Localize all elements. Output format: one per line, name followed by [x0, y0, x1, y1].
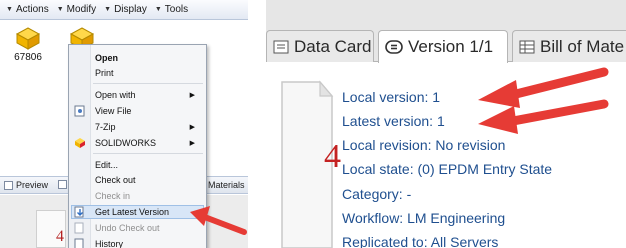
tab-bill-of-materials[interactable]: Bill of Mate — [512, 30, 626, 62]
bill-of-materials-icon — [519, 40, 535, 53]
workflow: Workflow: LM Engineering — [342, 210, 506, 226]
tab-data-card[interactable]: Data Card — [266, 30, 374, 62]
menu-actions[interactable]: ▼ Actions — [6, 4, 49, 15]
menu-item-7zip[interactable]: 7-Zip ▶ — [95, 121, 203, 134]
preview-number: 4 — [324, 138, 341, 175]
tab-preview[interactable]: Preview — [4, 180, 48, 190]
view-file-icon — [74, 105, 85, 117]
menu-modify[interactable]: ▼ Modify — [57, 4, 96, 15]
undo-check-out-icon — [74, 222, 84, 234]
solidworks-icon — [75, 138, 85, 148]
menu-separator — [93, 83, 203, 84]
red-arrow-icon — [478, 99, 609, 134]
submenu-arrow-icon: ▶ — [189, 92, 195, 99]
local-version: Local version: 1 — [342, 89, 441, 105]
menu-item-check-in: Check in — [95, 191, 131, 201]
file-label: 67806 — [14, 52, 42, 63]
menu-item-solidworks[interactable]: SOLIDWORKS ▶ — [95, 137, 203, 150]
version-icon — [385, 40, 403, 54]
menu-item-open-with[interactable]: Open with ▶ — [95, 89, 203, 102]
replicated-to: Replicated to: All Servers — [342, 234, 499, 248]
red-arrow-icon — [190, 206, 247, 235]
solidworks-part-icon — [15, 27, 41, 50]
menu-item-undo-check-out: Undo Check out — [95, 223, 160, 233]
local-revision: Local revision: No revision — [342, 137, 506, 153]
menu-tools[interactable]: ▼ Tools — [155, 4, 188, 15]
preview-number: 4 — [56, 228, 64, 245]
tab-icon — [58, 180, 67, 189]
image-divider — [248, 0, 266, 248]
local-state: Local state: (0) EPDM Entry State — [342, 161, 553, 177]
preview-icon — [4, 180, 13, 190]
category: Category: - — [342, 186, 412, 202]
menu-item-history[interactable]: History — [95, 238, 203, 248]
file-item-67806[interactable]: 67806 — [0, 24, 56, 63]
data-card-icon — [273, 40, 289, 53]
menu-display[interactable]: ▼ Display — [104, 4, 147, 15]
menu-item-check-out[interactable]: Check out — [95, 174, 203, 187]
menu-item-print[interactable]: Print — [95, 67, 203, 80]
menu-bar: ▼ Actions ▼ Modify ▼ Display ▼ Tools — [0, 0, 248, 20]
menu-item-view-file[interactable]: View File — [95, 105, 203, 118]
left-explorer-panel: ▼Actions ▼Modify ▼Display ▼Tools 67806 T… — [0, 0, 248, 248]
context-menu: Open Print Open with ▶ View File 7-Zip ▶ S… — [68, 44, 207, 248]
submenu-arrow-icon: ▶ — [189, 140, 195, 147]
dropdown-triangle-icon: ▼ — [154, 6, 162, 13]
menu-item-get-latest-version[interactable]: Get Latest Version — [95, 206, 203, 219]
dropdown-triangle-icon: ▼ — [56, 6, 64, 13]
menu-item-edit[interactable]: Edit... — [95, 159, 203, 172]
dropdown-triangle-icon: ▼ — [104, 6, 112, 13]
get-latest-icon — [74, 206, 84, 218]
menu-separator — [93, 153, 203, 154]
latest-version: Latest version: 1 — [342, 113, 445, 129]
tab-bar: Data Card Version 1/1 Bill of Mate — [266, 0, 626, 63]
submenu-arrow-icon: ▶ — [189, 124, 195, 131]
history-icon — [74, 238, 84, 248]
menu-item-open[interactable]: Open — [95, 52, 203, 65]
tab-materials[interactable]: Materials — [208, 180, 245, 190]
tab-version[interactable]: Version 1/1 — [378, 30, 508, 63]
right-version-panel: Data Card Version 1/1 Bill of Mate 4 Loc… — [266, 0, 626, 248]
dropdown-triangle-icon: ▼ — [6, 6, 13, 13]
